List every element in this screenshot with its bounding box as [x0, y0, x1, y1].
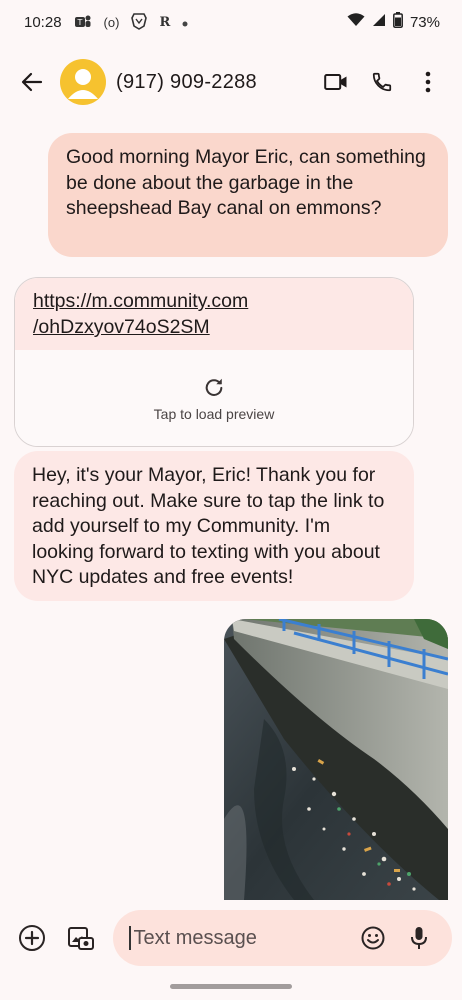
wifi-icon [347, 13, 365, 31]
load-preview-button[interactable]: Tap to load preview [15, 350, 413, 446]
image-attachment[interactable] [224, 619, 448, 900]
incoming-message[interactable]: Hey, it's your Mayor, Eric! Thank you fo… [14, 451, 414, 601]
message-field[interactable] [113, 910, 452, 966]
avatar[interactable] [60, 59, 106, 105]
voice-input-button[interactable] [399, 918, 439, 958]
status-time: 10:28 [24, 13, 62, 31]
contact-name[interactable]: (917) 909-2288 [116, 71, 310, 94]
signal-icon [372, 13, 386, 31]
refresh-icon [205, 378, 223, 396]
video-camera-icon [324, 74, 347, 90]
conversation-header: (917) 909-2288 [0, 50, 462, 114]
battery-percent: 73% [409, 13, 440, 31]
outgoing-message[interactable]: Good morning Mayor Eric, can something b… [48, 133, 448, 257]
link-url-line2[interactable]: /ohDzxyov74oS2SM [33, 316, 210, 338]
preview-label: Tap to load preview [153, 406, 275, 422]
status-right: 73% [347, 12, 440, 32]
gesture-nav-handle[interactable] [170, 984, 292, 989]
status-left: 10:28 T (o) R [24, 12, 188, 33]
video-call-button[interactable] [316, 62, 356, 102]
dot-icon [182, 15, 188, 30]
nfc-icon: (o) [103, 14, 120, 30]
more-options-button[interactable] [408, 62, 448, 102]
link-text-area[interactable]: https://m.community.com /ohDzxyov74oS2SM [15, 278, 413, 350]
add-circle-icon [19, 925, 45, 951]
message-input[interactable] [131, 925, 356, 951]
canal-photo [224, 619, 448, 900]
emoji-icon [361, 926, 385, 950]
composer [0, 908, 462, 968]
text-caret [129, 926, 131, 950]
teams-icon: T [74, 13, 92, 32]
link-message[interactable]: https://m.community.com /ohDzxyov74oS2SM… [14, 277, 414, 447]
gallery-camera-icon [68, 927, 94, 950]
microphone-icon [411, 927, 427, 949]
emoji-button[interactable] [353, 918, 393, 958]
arrow-left-icon [21, 72, 43, 92]
person-icon [68, 69, 98, 99]
svg-text:T: T [76, 18, 82, 27]
more-vert-icon [425, 71, 431, 93]
voice-call-button[interactable] [362, 62, 402, 102]
phone-icon [372, 72, 392, 92]
battery-icon [393, 12, 403, 32]
link-url-line1[interactable]: https://m.community.com [33, 290, 248, 312]
gallery-button[interactable] [60, 918, 100, 958]
add-attachment-button[interactable] [12, 918, 52, 958]
status-bar: 10:28 T (o) R 73% [0, 0, 462, 44]
back-button[interactable] [14, 64, 50, 100]
r-icon: R [159, 14, 171, 30]
brave-icon [131, 12, 148, 33]
